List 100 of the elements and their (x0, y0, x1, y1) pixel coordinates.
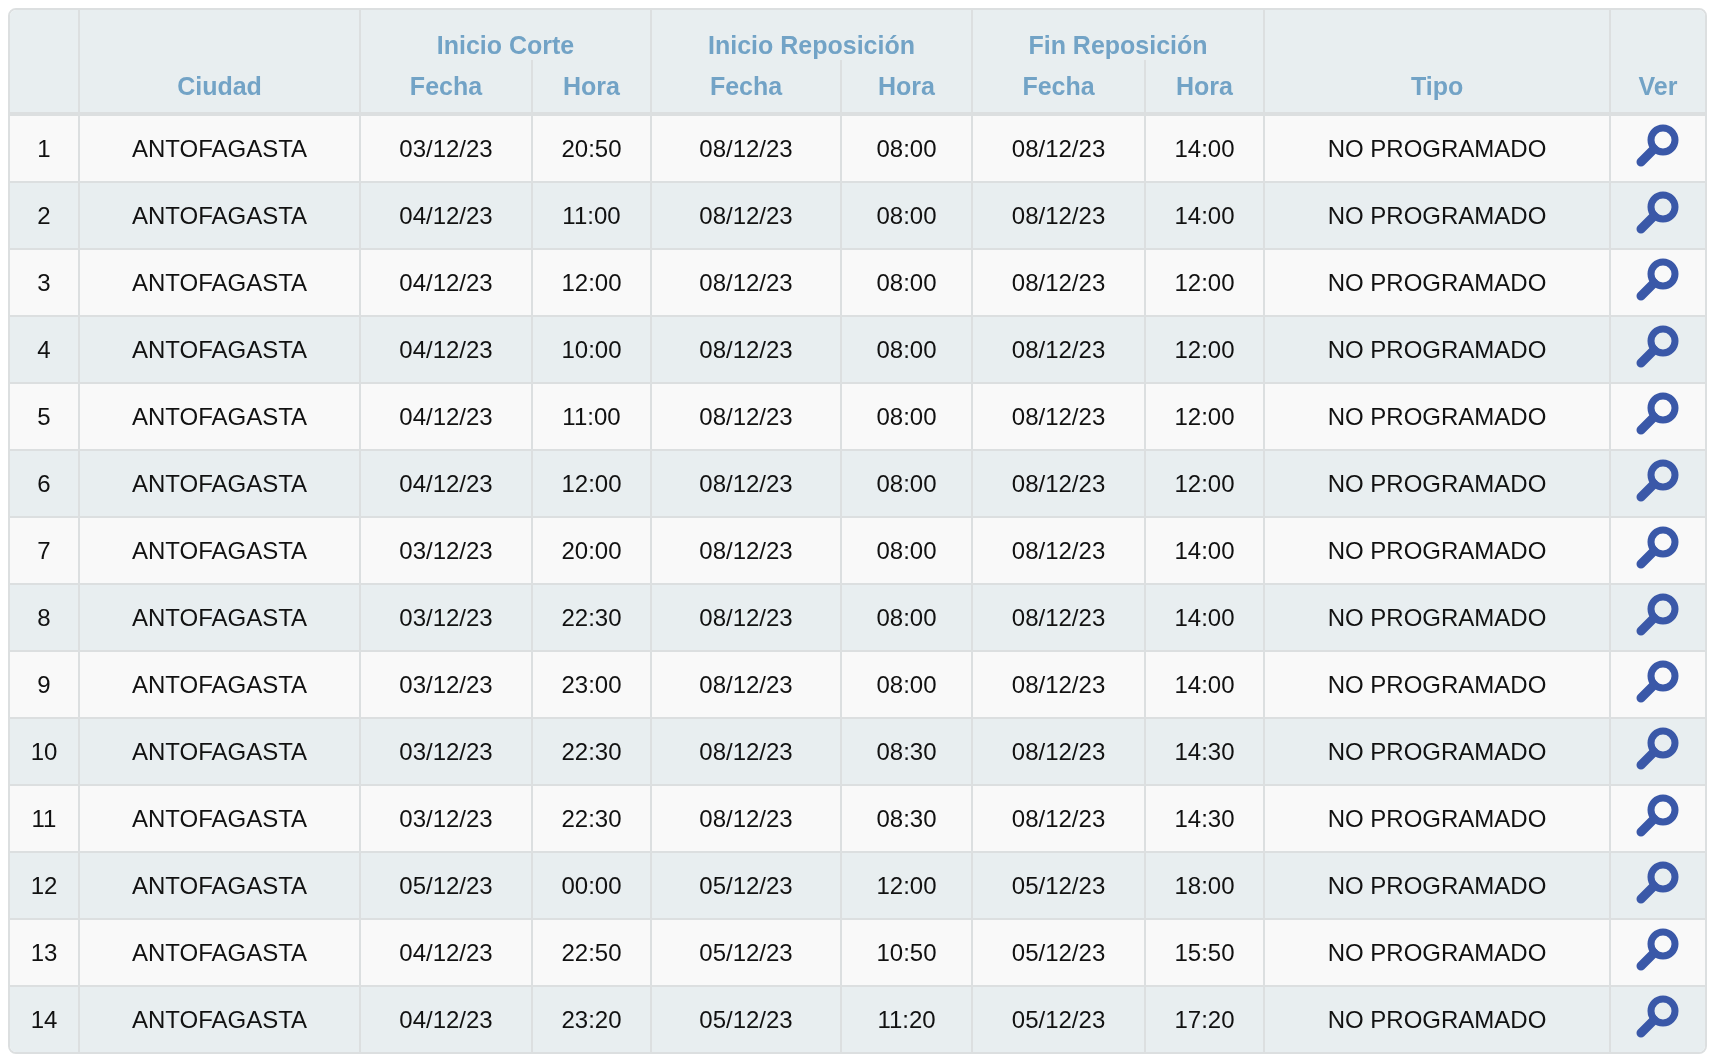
column-header: Fecha (409, 71, 483, 100)
table-cell: 08/12/23 (1011, 335, 1106, 363)
table-cell: 08/12/23 (1011, 536, 1106, 564)
column-header: Fecha (1022, 71, 1095, 100)
group-header: Fin Reposición (1028, 31, 1208, 59)
table-cell: 05/12/23 (1011, 871, 1106, 899)
table-cell: 04/12/23 (399, 938, 493, 966)
table-cell: 08/12/23 (1011, 670, 1106, 698)
row-number: 2 (37, 201, 51, 229)
table-cell: NO PROGRAMADO (1327, 201, 1547, 229)
table-cell: 05/12/23 (399, 871, 493, 899)
table-cell: 14:00 (1174, 201, 1235, 229)
table-cell: 05/12/23 (699, 938, 793, 966)
table-cell: 10:50 (876, 938, 937, 966)
table-cell: 08/12/23 (699, 469, 793, 497)
table-cell: 04/12/23 (399, 268, 493, 296)
table-cell: 08:00 (876, 670, 937, 698)
row-number: 9 (37, 670, 51, 698)
table-cell: 08/12/23 (699, 670, 793, 698)
table-cell: 04/12/23 (399, 402, 493, 430)
column-header: Ciudad (177, 71, 262, 100)
column-header: Tipo (1410, 71, 1464, 100)
table-cell: 12:00 (1174, 402, 1235, 430)
table-cell: 04/12/23 (399, 1005, 493, 1033)
row-number: 3 (37, 268, 51, 296)
table-cell: 05/12/23 (699, 1005, 793, 1033)
table-cell: 11:00 (562, 402, 621, 430)
table-cell: 08:00 (876, 201, 937, 229)
table-cell: ANTOFAGASTA (131, 134, 308, 162)
table-cell: ANTOFAGASTA (131, 201, 308, 229)
table-cell: 23:20 (561, 1005, 622, 1033)
group-header: Inicio Reposición (708, 31, 915, 59)
column-header: Hora (563, 71, 620, 100)
row-number: 6 (37, 469, 51, 497)
row-number: 7 (37, 536, 51, 564)
table-cell: 05/12/23 (1011, 938, 1106, 966)
table-cell: 08/12/23 (1011, 268, 1106, 296)
table-cell: 11:00 (562, 201, 621, 229)
table-cell: 08/12/23 (699, 804, 793, 832)
table-cell: 08:00 (876, 469, 937, 497)
table-cell: 08/12/23 (1011, 402, 1106, 430)
table-cell: NO PROGRAMADO (1327, 871, 1547, 899)
table-cell: 08/12/23 (699, 737, 793, 765)
table-cell: ANTOFAGASTA (131, 268, 308, 296)
table-cell: ANTOFAGASTA (131, 938, 308, 966)
table-cell: 05/12/23 (699, 871, 793, 899)
table-cell: 08/12/23 (1011, 469, 1106, 497)
table-cell: NO PROGRAMADO (1327, 938, 1547, 966)
table-cell: 08/12/23 (699, 134, 793, 162)
table-cell: NO PROGRAMADO (1327, 469, 1547, 497)
table-cell: 15:50 (1174, 938, 1235, 966)
table-cell: 08/12/23 (699, 201, 793, 229)
table-cell: ANTOFAGASTA (131, 335, 308, 363)
table-cell: ANTOFAGASTA (131, 402, 308, 430)
table-cell: NO PROGRAMADO (1327, 536, 1547, 564)
column-header: Hora (1176, 71, 1233, 100)
table-cell: ANTOFAGASTA (131, 804, 308, 832)
table-cell: NO PROGRAMADO (1327, 1005, 1547, 1033)
table-cell: NO PROGRAMADO (1327, 737, 1547, 765)
table-cell: ANTOFAGASTA (131, 871, 308, 899)
table-cell: 08:00 (876, 268, 937, 296)
table-cell: ANTOFAGASTA (131, 536, 308, 564)
table-cell: 22:30 (561, 737, 622, 765)
table-cell: ANTOFAGASTA (131, 603, 308, 631)
table-cell: 04/12/23 (399, 335, 493, 363)
group-header: Inicio Corte (436, 31, 575, 59)
column-header: Ver (1638, 71, 1678, 100)
table-cell: 11:20 (877, 1005, 936, 1033)
table-cell: 08:00 (876, 335, 937, 363)
table-cell: 22:50 (561, 938, 622, 966)
row-number: 5 (37, 402, 51, 430)
table-cell: 12:00 (561, 268, 622, 296)
table-cell: 14:30 (1174, 804, 1235, 832)
table-cell: NO PROGRAMADO (1327, 603, 1547, 631)
table-cell: NO PROGRAMADO (1327, 804, 1547, 832)
row-number: 12 (30, 871, 58, 899)
table-cell: ANTOFAGASTA (131, 737, 308, 765)
table-cell: 10:00 (561, 335, 622, 363)
table-cell: 22:30 (561, 603, 622, 631)
table-cell: 08/12/23 (699, 536, 793, 564)
table-cell: 08/12/23 (1011, 201, 1106, 229)
table-cell: 08/12/23 (1011, 737, 1106, 765)
row-number: 10 (30, 737, 58, 765)
table-cell: 14:00 (1174, 134, 1235, 162)
row-number: 11 (31, 804, 57, 832)
table-cell: 14:00 (1174, 603, 1235, 631)
table-cell: ANTOFAGASTA (131, 469, 308, 497)
table-cell: NO PROGRAMADO (1327, 134, 1547, 162)
table-cell: 12:00 (1174, 268, 1235, 296)
table-cell: NO PROGRAMADO (1327, 268, 1547, 296)
table-cell: 08/12/23 (1011, 603, 1106, 631)
table-cell: 03/12/23 (399, 737, 493, 765)
table-cell: 18:00 (1174, 871, 1235, 899)
table-cell: 03/12/23 (399, 603, 493, 631)
table-cell: 12:00 (1174, 335, 1235, 363)
table-cell: 14:00 (1174, 536, 1235, 564)
column-header: Hora (878, 71, 935, 100)
table-cell: 08:00 (876, 603, 937, 631)
table-cell: 12:00 (876, 871, 937, 899)
table-cell: 08/12/23 (699, 268, 793, 296)
